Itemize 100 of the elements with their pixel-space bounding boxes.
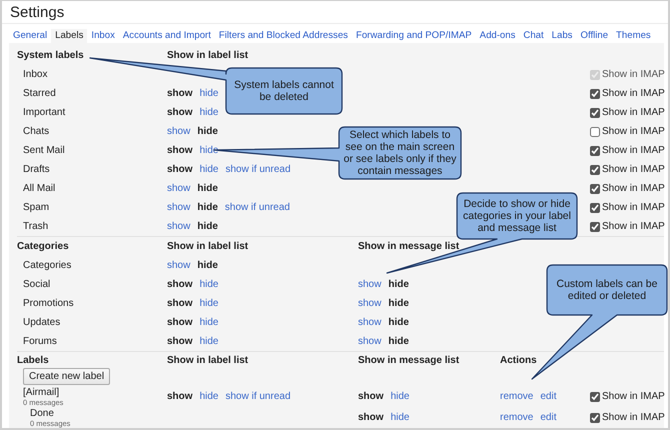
imap-checkbox[interactable] (590, 88, 600, 98)
selected-option: hide (388, 317, 409, 328)
column-heading: Show in label list (167, 354, 250, 366)
option-link[interactable]: show (167, 221, 190, 232)
imap-checkbox[interactable] (590, 146, 600, 156)
option-link[interactable]: hide (200, 279, 218, 290)
imap-checkbox[interactable] (590, 164, 600, 174)
option-link[interactable]: hide (200, 164, 218, 175)
imap-label: Show in IMAP (602, 107, 665, 118)
option-link[interactable]: show (358, 317, 382, 328)
selected-option: show (167, 88, 193, 99)
label-name: Forums (23, 336, 57, 347)
label-name: [Airmail] (23, 386, 60, 398)
selected-option: hide (197, 202, 218, 213)
selected-option: show (358, 412, 384, 423)
settings-tab[interactable]: Filters and Blocked Addresses (214, 29, 352, 43)
option-link[interactable]: show if unread (224, 202, 290, 213)
label-name: Spam (23, 202, 50, 213)
imap-checkbox[interactable] (590, 412, 600, 422)
settings-tab[interactable]: General (9, 29, 52, 43)
imap-checkbox[interactable] (590, 392, 600, 402)
option-link[interactable]: hide (390, 391, 410, 402)
option-link[interactable]: show if unread (225, 391, 291, 402)
settings-tab[interactable]: Accounts and Import (118, 29, 215, 43)
option-link[interactable]: hide (200, 298, 218, 309)
selected-option: show (358, 391, 384, 402)
label-name: Important (23, 107, 66, 118)
label-name: Inbox (23, 69, 48, 80)
selected-option: hide (388, 279, 409, 290)
selected-option: hide (388, 298, 409, 309)
settings-tab[interactable]: Chat (519, 29, 548, 43)
imap-checkbox[interactable] (590, 222, 600, 232)
create-label-button[interactable]: Create new label (23, 368, 110, 385)
option-link[interactable]: hide (200, 391, 218, 402)
selected-option: show (167, 336, 193, 347)
imap-label: Show in IMAP (602, 183, 665, 194)
label-name: All Mail (23, 183, 56, 194)
option-link[interactable]: show (358, 336, 382, 347)
selected-option: show (167, 391, 193, 402)
callout-text: System labels cannot be deleted (233, 79, 335, 103)
selected-option: hide (197, 183, 218, 194)
action-link[interactable]: edit (540, 412, 556, 423)
imap-label: Show in IMAP (602, 145, 665, 156)
option-link[interactable]: hide (200, 107, 218, 118)
option-link[interactable]: show (167, 260, 190, 271)
imap-label: Show in IMAP (602, 88, 665, 99)
label-name: Done (30, 408, 54, 418)
action-link[interactable]: remove (500, 391, 534, 402)
option-link[interactable]: hide (200, 317, 218, 328)
label-name: Promotions (23, 298, 74, 309)
imap-label: Show in IMAP (602, 69, 665, 80)
selected-option: hide (197, 260, 218, 271)
callout-text: Decide to show or hide categories in your label and message list (462, 198, 572, 234)
selected-option: show (167, 298, 193, 309)
option-link[interactable]: hide (200, 88, 218, 99)
settings-tab[interactable]: Add-ons (476, 29, 520, 43)
callout-text: Custom labels can be edited or deleted (556, 278, 658, 302)
column-heading: Show in label list (167, 50, 250, 61)
label-name: Chats (23, 126, 50, 137)
settings-tab[interactable]: Offline (576, 29, 612, 43)
section-heading: System labels (17, 50, 85, 61)
column-heading: Show in label list (167, 241, 250, 252)
option-link[interactable]: show if unread (225, 164, 291, 175)
option-link[interactable]: hide (200, 336, 218, 347)
label-name: Social (23, 279, 50, 290)
settings-tab[interactable]: Labs (548, 29, 576, 43)
imap-checkbox[interactable] (590, 108, 600, 118)
callout-text: Select which labels to see on the main screen or see labels only if they contain messages (343, 129, 457, 177)
option-link[interactable]: show (358, 279, 382, 290)
selected-option: show (167, 145, 193, 156)
label-name: Updates (23, 317, 60, 328)
imap-label: Show in IMAP (602, 391, 665, 402)
imap-checkbox[interactable] (590, 202, 600, 212)
action-link[interactable]: remove (500, 412, 534, 423)
label-name: Sent Mail (23, 145, 65, 156)
option-link[interactable]: show (167, 183, 190, 194)
selected-option: hide (197, 126, 218, 137)
option-link[interactable]: show (358, 298, 382, 309)
option-link[interactable]: show (167, 202, 190, 213)
action-link[interactable]: edit (540, 391, 556, 402)
section-heading: Categories (17, 241, 70, 252)
imap-checkbox[interactable] (590, 184, 600, 194)
column-heading: Show in message list (358, 241, 460, 252)
imap-label: Show in IMAP (602, 164, 665, 175)
settings-tab[interactable]: Labels (51, 29, 88, 43)
label-name: Starred (23, 88, 56, 99)
label-name: Categories (23, 260, 72, 271)
label-name: Trash (23, 221, 48, 232)
selected-option: show (167, 279, 193, 290)
settings-tab[interactable]: Inbox (87, 29, 119, 43)
section-heading: Labels (17, 354, 50, 366)
selected-option: hide (388, 336, 409, 347)
option-link[interactable]: hide (390, 412, 410, 423)
selected-option: show (167, 107, 193, 118)
option-link[interactable]: show (167, 126, 190, 137)
column-heading: Show in message list (358, 354, 460, 366)
imap-label: Show in IMAP (602, 412, 665, 423)
settings-tab[interactable]: Forwarding and POP/IMAP (352, 29, 476, 43)
imap-checkbox[interactable] (590, 126, 600, 136)
settings-tab[interactable]: Themes (612, 29, 655, 43)
